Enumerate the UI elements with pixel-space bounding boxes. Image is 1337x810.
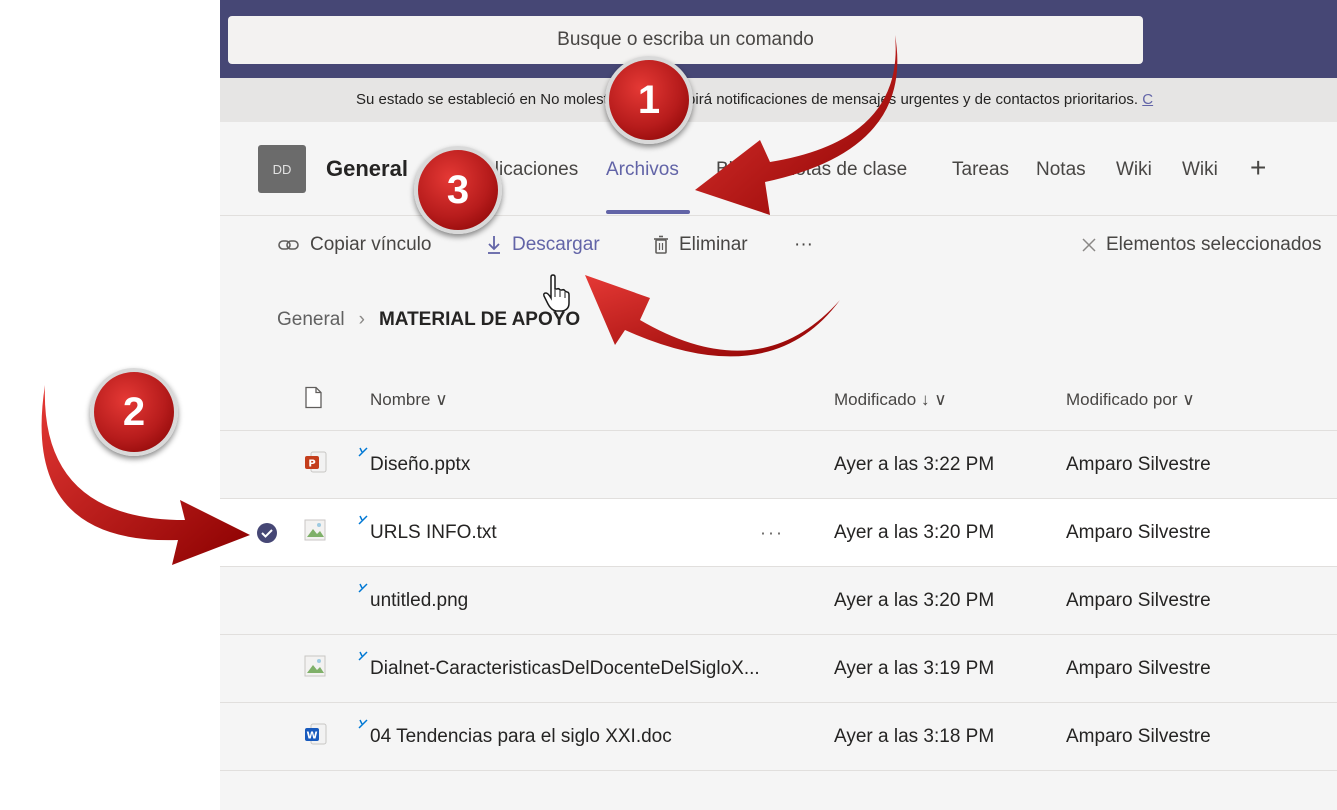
breadcrumb-root[interactable]: General (277, 309, 345, 331)
breadcrumb: General › MATERIAL DE APOYO (220, 290, 1337, 350)
file-modified-by: Amparo Silvestre (1066, 453, 1211, 475)
notice-text-wrap: Su estado se estableció en No molestar. … (356, 78, 1153, 122)
file-modified-by: Amparo Silvestre (1066, 589, 1211, 611)
file-modified: Ayer a las 3:18 PM (834, 725, 995, 747)
annotation-badge-3: 3 (414, 146, 502, 234)
file-modified-by: Amparo Silvestre (1066, 521, 1211, 543)
tab-wiki[interactable]: Wiki (1116, 159, 1152, 181)
file-modified: Ayer a las 3:19 PM (834, 657, 995, 679)
column-header-modified-by[interactable]: Modificado por ∨ (1066, 390, 1195, 410)
annotation-badge-1: 1 (605, 56, 693, 144)
team-avatar[interactable]: DD (258, 145, 306, 193)
delete-button[interactable]: Eliminar (653, 234, 748, 256)
file-name: Dialnet-CaracteristicasDelDocenteDelSigl… (370, 657, 760, 679)
file-modified-by: Amparo Silvestre (1066, 657, 1211, 679)
column-modified-label: Modificado (834, 390, 917, 409)
annotation-badge-2: 2 (90, 368, 178, 456)
file-list-header: Nombre ∨ Modificado ↓ ∨ Modificado por ∨ (220, 370, 1337, 431)
command-search-box[interactable]: Busque o escriba un comando (228, 16, 1143, 64)
file-name-cell[interactable]: Dialnet-CaracteristicasDelDocenteDelSigl… (357, 658, 760, 680)
file-modified-by: Amparo Silvestre (1066, 725, 1211, 747)
channel-name: General (326, 156, 408, 181)
file-row[interactable]: W 04 Tendencias para el siglo XXI.doc Ay… (220, 703, 1337, 771)
powerpoint-icon: P (304, 451, 328, 479)
notice-link[interactable]: C (1142, 91, 1153, 108)
clear-selection-button[interactable]: Elementos seleccionados (1082, 234, 1321, 256)
active-tab-indicator (606, 210, 690, 214)
notice-text: Su estado se estableció en No molestar. … (356, 91, 1139, 108)
teams-app: Busque o escriba un comando Su estado se… (220, 0, 1337, 810)
checkmark-circle-icon[interactable] (256, 522, 278, 544)
top-bar: Busque o escriba un comando (220, 0, 1337, 78)
file-row-selected[interactable]: URLS INFO.txt ··· Ayer a las 3:20 PM Amp… (220, 499, 1337, 567)
close-icon (1082, 238, 1096, 252)
download-button[interactable]: Descargar (486, 234, 600, 256)
chevron-down-icon: ∨ (934, 390, 947, 409)
delete-label: Eliminar (679, 234, 748, 255)
file-name: untitled.png (370, 589, 469, 611)
tab-tareas[interactable]: Tareas (952, 159, 1009, 181)
file-name: Diseño.pptx (370, 453, 471, 475)
copy-link-button[interactable]: Copiar vínculo (278, 234, 431, 256)
column-name-label: Nombre (370, 390, 431, 409)
file-list: Nombre ∨ Modificado ↓ ∨ Modificado por ∨… (220, 370, 1337, 771)
file-name-cell[interactable]: 04 Tendencias para el siglo XXI.doc (357, 726, 672, 748)
chevron-down-icon: ∨ (435, 390, 448, 409)
file-type-header-icon[interactable] (304, 386, 322, 414)
document-icon (305, 386, 322, 409)
file-row[interactable]: Dialnet-CaracteristicasDelDocenteDelSigl… (220, 635, 1337, 703)
more-actions-label: ··· (794, 234, 813, 255)
file-modified: Ayer a las 3:20 PM (834, 589, 995, 611)
row-more-options-button[interactable]: ··· (760, 522, 784, 543)
download-label: Descargar (512, 234, 600, 255)
column-modified-by-label: Modificado por (1066, 390, 1178, 409)
channel-header: DD General Publicaciones Archivos Bloc d… (220, 122, 1337, 215)
file-modified: Ayer a las 3:22 PM (834, 453, 995, 475)
file-name-cell[interactable]: URLS INFO.txt (357, 522, 497, 544)
link-icon (278, 240, 299, 250)
file-name-cell[interactable]: Diseño.pptx (357, 454, 470, 476)
tab-bloc-de-notas[interactable]: Bloc de notas de clase (716, 159, 907, 181)
file-row[interactable]: untitled.png Ayer a las 3:20 PM Amparo S… (220, 567, 1337, 635)
search-placeholder: Busque o escriba un comando (557, 29, 814, 50)
status-notice-banner: Su estado se estableció en No molestar. … (220, 78, 1337, 122)
broken-image-icon (304, 655, 326, 683)
chevron-right-icon: › (358, 309, 365, 330)
breadcrumb-current: MATERIAL DE APOYO (378, 309, 581, 330)
file-name-cell[interactable]: untitled.png (357, 590, 468, 612)
files-command-bar: Copiar vínculo Descargar Eliminar ··· El… (220, 215, 1337, 312)
file-name: 04 Tendencias para el siglo XXI.doc (370, 725, 672, 747)
add-tab-button[interactable]: + (1250, 152, 1266, 184)
column-header-modified[interactable]: Modificado ↓ ∨ (834, 390, 947, 410)
tab-wiki-2[interactable]: Wiki (1182, 159, 1218, 181)
column-header-name[interactable]: Nombre ∨ (370, 390, 448, 410)
svg-text:W: W (306, 730, 317, 741)
more-actions-button[interactable]: ··· (794, 234, 813, 256)
sort-down-arrow-icon: ↓ (920, 390, 930, 409)
chevron-down-icon: ∨ (1182, 390, 1195, 409)
file-name: URLS INFO.txt (370, 521, 497, 543)
svg-text:P: P (308, 458, 315, 469)
copy-link-label: Copiar vínculo (310, 234, 432, 255)
trash-icon (654, 235, 668, 254)
tab-notas[interactable]: Notas (1036, 159, 1086, 181)
word-icon: W (304, 723, 328, 751)
download-icon (488, 236, 500, 254)
broken-image-icon (304, 519, 326, 547)
selected-items-label: Elementos seleccionados (1106, 234, 1322, 255)
file-modified: Ayer a las 3:20 PM (834, 521, 995, 543)
file-row[interactable]: P Diseño.pptx Ayer a las 3:22 PM Amparo … (220, 431, 1337, 499)
tab-archivos[interactable]: Archivos (606, 159, 679, 181)
